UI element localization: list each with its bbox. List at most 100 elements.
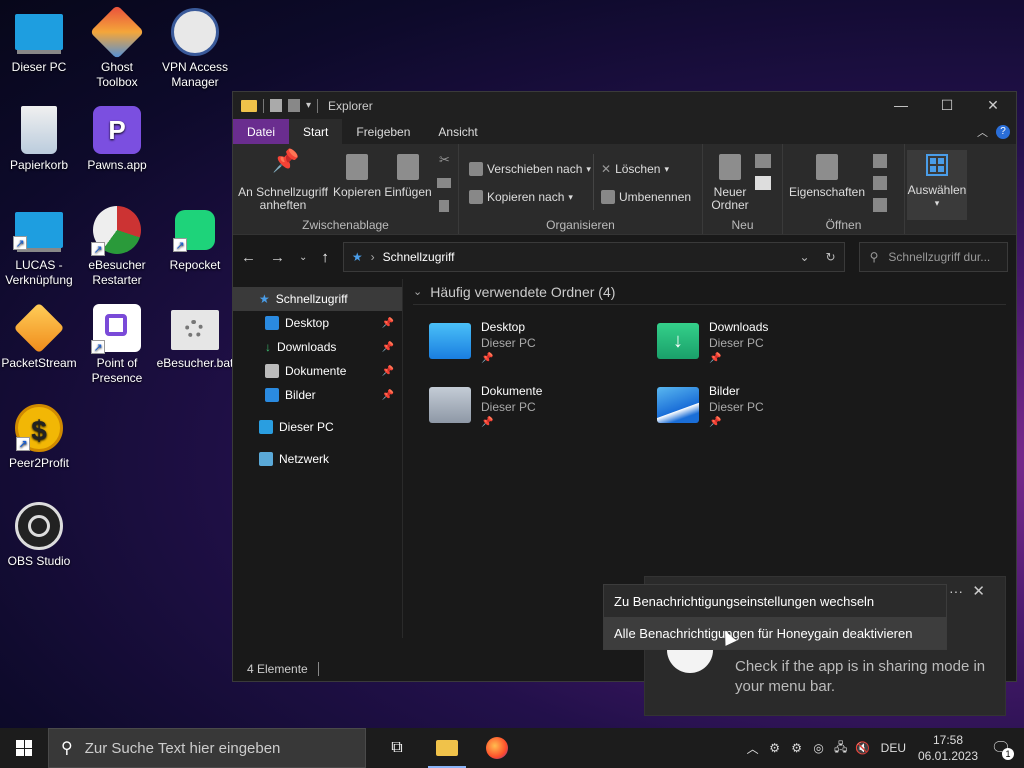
menu-item-notification-settings[interactable]: Zu Benachrichtigungseinstellungen wechse… xyxy=(604,585,946,617)
edit-icon[interactable] xyxy=(873,176,887,190)
taskbar-firefox-button[interactable] xyxy=(472,728,522,768)
section-header[interactable]: ⌄ Häufig verwendete Ordner (4) xyxy=(413,279,1006,305)
copy-to-button[interactable]: Kopieren nach ▾ xyxy=(469,190,573,204)
history-icon[interactable] xyxy=(873,198,887,212)
folder-location: Dieser PC xyxy=(709,400,764,414)
paste-shortcut-icon[interactable] xyxy=(439,200,449,212)
taskbar-explorer-button[interactable] xyxy=(422,728,472,768)
copy-button[interactable]: Kopieren xyxy=(333,154,381,199)
window-title: Explorer xyxy=(328,98,373,113)
recent-locations-button[interactable]: ⌄ xyxy=(299,252,307,263)
copy-path-icon[interactable] xyxy=(437,178,451,188)
folder-tile-documents[interactable]: Dokumente Dieser PC 📌 xyxy=(429,383,649,439)
customize-qat-icon[interactable]: ▾ xyxy=(306,100,311,111)
tab-view[interactable]: Ansicht xyxy=(424,119,491,144)
language-indicator[interactable]: DEU xyxy=(881,741,906,755)
folder-name: Dokumente xyxy=(481,384,543,398)
recycle-bin-icon xyxy=(21,106,57,154)
tab-start[interactable]: Start xyxy=(289,119,343,144)
new-folder-button[interactable]: Neuer Ordner xyxy=(707,154,753,212)
collapse-ribbon-icon[interactable]: ︿ xyxy=(977,124,988,140)
new-item-icon[interactable] xyxy=(755,154,771,168)
new-folder-icon[interactable] xyxy=(288,99,300,112)
folder-tile-pictures[interactable]: Bilder Dieser PC 📌 xyxy=(657,383,877,439)
desktop-icon-this-pc[interactable]: Dieser PC xyxy=(0,8,78,75)
webcam-icon[interactable]: ◎ xyxy=(811,741,827,755)
desktop-icon-packetstream[interactable]: PacketStream xyxy=(0,302,78,371)
chevron-up-icon[interactable]: ︿ xyxy=(745,740,761,757)
notification-center-button[interactable]: 🗨 1 xyxy=(986,728,1016,768)
up-button[interactable]: ↑ xyxy=(321,249,329,266)
desktop-icon-ebesucher-restarter[interactable]: ↗ eBesucher Restarter xyxy=(78,206,156,288)
properties-button[interactable]: Eigenschaften xyxy=(787,154,867,199)
tab-share[interactable]: Freigeben xyxy=(342,119,424,144)
paste-label: Einfügen xyxy=(384,185,432,199)
notification-context-menu: Zu Benachrichtigungseinstellungen wechse… xyxy=(603,584,947,650)
more-options-icon[interactable]: ··· xyxy=(949,583,963,599)
cut-icon[interactable]: ✂ xyxy=(439,152,450,168)
folder-tile-downloads[interactable]: ↓ Downloads Dieser PC 📌 xyxy=(657,319,877,375)
clock[interactable]: 17:58 06.01.2023 xyxy=(916,732,980,764)
packetstream-icon xyxy=(13,302,65,354)
refresh-icon[interactable]: ↻ xyxy=(826,250,836,264)
properties-icon[interactable] xyxy=(270,99,282,112)
task-view-button[interactable]: ⧉ xyxy=(372,728,422,768)
rename-button[interactable]: Umbenennen xyxy=(601,190,691,204)
nav-item-network[interactable]: Netzwerk xyxy=(233,447,402,471)
taskbar-search-input[interactable]: ⚲ Zur Suche Text hier eingeben xyxy=(48,728,366,768)
desktop-icon-point-of-presence[interactable]: ↗ Point of Presence xyxy=(78,304,156,386)
back-button[interactable]: ← xyxy=(241,249,256,266)
forward-button[interactable]: → xyxy=(270,249,285,266)
desktop-icon-pawns-app[interactable]: P Pawns.app xyxy=(78,106,156,173)
desktop-icon-lucas-shortcut[interactable]: ↗ LUCAS - Verknüpfung xyxy=(0,206,78,288)
desktop-icon-ebesucher-bat[interactable]: eBesucher.bat xyxy=(156,304,234,371)
group-new: Neuer Ordner Neu xyxy=(703,144,783,234)
window-controls: — ☐ ✕ xyxy=(878,97,1016,114)
search-input[interactable]: ⚲ Schnellzugriff dur... xyxy=(858,242,1008,272)
desktop-icon-label: OBS Studio xyxy=(7,554,71,568)
folder-name: Downloads xyxy=(709,320,769,334)
nav-item-documents[interactable]: Dokumente 📌 xyxy=(233,359,402,383)
address-dropdown-icon[interactable]: ⌄ xyxy=(799,250,809,264)
open-icon[interactable] xyxy=(873,154,887,168)
volume-muted-icon[interactable]: 🔇 xyxy=(855,741,871,755)
item-count: 4 Elemente xyxy=(247,662,308,676)
honeygain-tray-icon[interactable]: ⚙ xyxy=(767,741,783,755)
desktop-icon-peer2profit[interactable]: $ ↗ Peer2Profit xyxy=(0,404,78,471)
desktop-folder-icon xyxy=(265,316,279,330)
desktop-icon-obs-studio[interactable]: OBS Studio xyxy=(0,502,78,569)
desktop-icon-ghost-toolbox[interactable]: Ghost Toolbox xyxy=(78,4,156,90)
nav-item-label: Desktop xyxy=(285,316,330,330)
easy-access-icon[interactable] xyxy=(755,176,771,190)
select-button[interactable]: Auswählen ▾ xyxy=(907,150,967,220)
desktop-icon-vpn-access-manager[interactable]: VPN Access Manager xyxy=(156,8,234,90)
nav-item-downloads[interactable]: ↓ Downloads 📌 xyxy=(233,335,402,359)
menu-item-disable-honeygain-notifications[interactable]: Alle Benachrichtigungen für Honeygain de… xyxy=(604,617,946,649)
delete-button[interactable]: ✕ Löschen ▾ xyxy=(601,162,669,176)
properties-label: Eigenschaften xyxy=(788,185,866,199)
desktop-icon-recycle-bin[interactable]: Papierkorb xyxy=(0,106,78,173)
nav-item-pictures[interactable]: Bilder 📌 xyxy=(233,383,402,407)
gear-icon[interactable]: ⚙ xyxy=(789,741,805,755)
tab-file[interactable]: Datei xyxy=(233,119,290,144)
minimize-button[interactable]: — xyxy=(878,97,924,114)
nav-item-this-pc[interactable]: Dieser PC xyxy=(233,415,402,439)
move-to-button[interactable]: Verschieben nach ▾ xyxy=(469,162,591,176)
desktop-icon-repocket[interactable]: ↗ Repocket xyxy=(156,206,234,273)
maximize-button[interactable]: ☐ xyxy=(924,97,970,114)
nav-item-quick-access[interactable]: ★ Schnellzugriff xyxy=(233,287,402,311)
monitor-icon xyxy=(15,14,63,50)
help-icon[interactable]: ? xyxy=(996,124,1010,139)
folder-tile-desktop[interactable]: Desktop Dieser PC 📌 xyxy=(429,319,649,375)
pin-quick-access-button[interactable]: 📌 An Schnellzugriff anheften xyxy=(237,150,329,212)
paste-icon xyxy=(397,154,419,180)
start-button[interactable] xyxy=(0,728,48,768)
downloads-folder-icon: ↓ xyxy=(657,323,699,359)
network-icon[interactable]: 🖧 xyxy=(833,738,849,759)
close-button[interactable]: ✕ xyxy=(970,97,1016,114)
address-bar[interactable]: ★ › Schnellzugriff ⌄ ↻ xyxy=(342,242,845,272)
taskbar: ⚲ Zur Suche Text hier eingeben ⧉ ︿ ⚙ ⚙ ◎… xyxy=(0,728,1024,768)
paste-button[interactable]: Einfügen xyxy=(383,154,433,199)
close-icon[interactable]: ✕ xyxy=(972,582,985,600)
nav-item-desktop[interactable]: Desktop 📌 xyxy=(233,311,402,335)
